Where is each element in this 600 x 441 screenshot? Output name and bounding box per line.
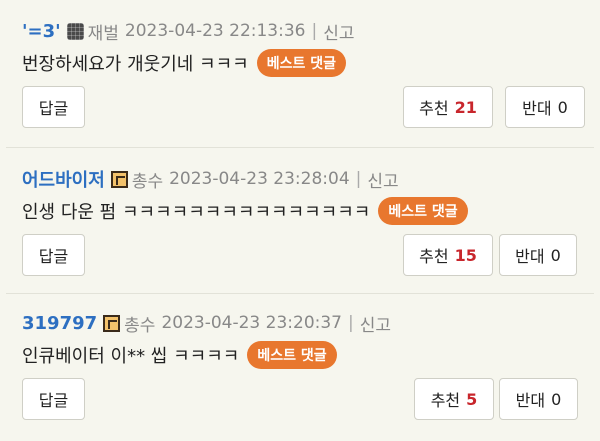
reply-button[interactable]: 답글 (22, 86, 85, 128)
author-grade: 총수 (131, 171, 164, 192)
downvote-count: 0 (550, 245, 561, 265)
upvote-count: 5 (466, 389, 478, 409)
author-nickname[interactable]: 319797 (22, 313, 97, 334)
square-bracket-icon (110, 170, 128, 188)
comment-date: 2023-04-23 22:13:36 (124, 21, 306, 41)
comment-meta: 319797 총수 2023-04-23 23:20:37 | 신고 (22, 310, 391, 336)
comment-text: 인생 다운 펌 ㅋㅋㅋㅋㅋㅋㅋㅋㅋㅋㅋㅋㅋㅋㅋ (22, 202, 371, 223)
upvote-label: 추천 (419, 99, 449, 118)
best-comment-badge: 베스트 댓글 (256, 49, 347, 77)
upvote-button[interactable]: 추천 21 (403, 86, 493, 128)
upvote-button[interactable]: 추천 15 (403, 234, 493, 276)
upvote-label: 추천 (430, 391, 461, 410)
comment-item: '=3' 재벌 2023-04-23 22:13:36 | 신고 번장하세요가 … (6, 0, 594, 148)
upvote-count: 15 (454, 245, 477, 265)
comment-date: 2023-04-23 23:20:37 (161, 313, 342, 333)
dark-grid-icon (66, 22, 84, 40)
downvote-label: 반대 (522, 99, 552, 118)
reply-button[interactable]: 답글 (22, 378, 85, 420)
comment-item: 어드바이저 총수 2023-04-23 23:28:04 | 신고 인생 다운 … (6, 148, 594, 294)
downvote-count: 0 (557, 97, 568, 117)
comment-text: 인큐베이터 이** 씹 ㅋㅋㅋㅋ (22, 346, 240, 367)
reply-button[interactable]: 답글 (22, 234, 85, 276)
upvote-button[interactable]: 추천 5 (414, 378, 494, 420)
meta-separator: | (311, 21, 318, 41)
downvote-count: 0 (551, 389, 562, 409)
meta-separator: | (355, 169, 362, 189)
report-link[interactable]: 신고 (323, 19, 354, 44)
reply-label: 답글 (38, 99, 69, 118)
reply-label: 답글 (38, 391, 69, 410)
comment-text: 번장하세요가 개웃기네 ㅋㅋㅋ (22, 54, 249, 75)
author-nickname[interactable]: 어드바이저 (22, 166, 105, 192)
comment-meta: '=3' 재벌 2023-04-23 22:13:36 | 신고 (22, 18, 355, 44)
downvote-button[interactable]: 반대 0 (499, 234, 577, 276)
downvote-button[interactable]: 반대 0 (499, 378, 578, 420)
best-comment-badge: 베스트 댓글 (247, 341, 337, 369)
comment-body: 인생 다운 펌 ㅋㅋㅋㅋㅋㅋㅋㅋㅋㅋㅋㅋㅋㅋㅋ 베스트 댓글 (22, 196, 468, 226)
downvote-button[interactable]: 반대 0 (505, 86, 585, 128)
downvote-label: 반대 (515, 391, 546, 410)
best-comment-badge: 베스트 댓글 (378, 197, 468, 225)
report-link[interactable]: 신고 (360, 311, 391, 336)
author-nickname[interactable]: '=3' (22, 21, 61, 42)
author-grade: 총수 (124, 315, 156, 336)
report-link[interactable]: 신고 (367, 167, 398, 192)
upvote-count: 21 (454, 97, 477, 117)
reply-label: 답글 (38, 247, 69, 266)
meta-separator: | (348, 313, 354, 333)
comment-date: 2023-04-23 23:28:04 (169, 169, 350, 189)
square-bracket-icon (103, 314, 121, 332)
upvote-label: 추천 (419, 247, 449, 266)
downvote-label: 반대 (515, 247, 545, 266)
comment-body: 번장하세요가 개웃기네 ㅋㅋㅋ 베스트 댓글 (22, 48, 347, 78)
comment-item: 319797 총수 2023-04-23 23:20:37 | 신고 인큐베이터… (6, 294, 594, 441)
author-grade: 재벌 (87, 23, 119, 44)
comment-body: 인큐베이터 이** 씹 ㅋㅋㅋㅋ 베스트 댓글 (22, 340, 337, 370)
comment-meta: 어드바이저 총수 2023-04-23 23:28:04 | 신고 (22, 166, 399, 192)
